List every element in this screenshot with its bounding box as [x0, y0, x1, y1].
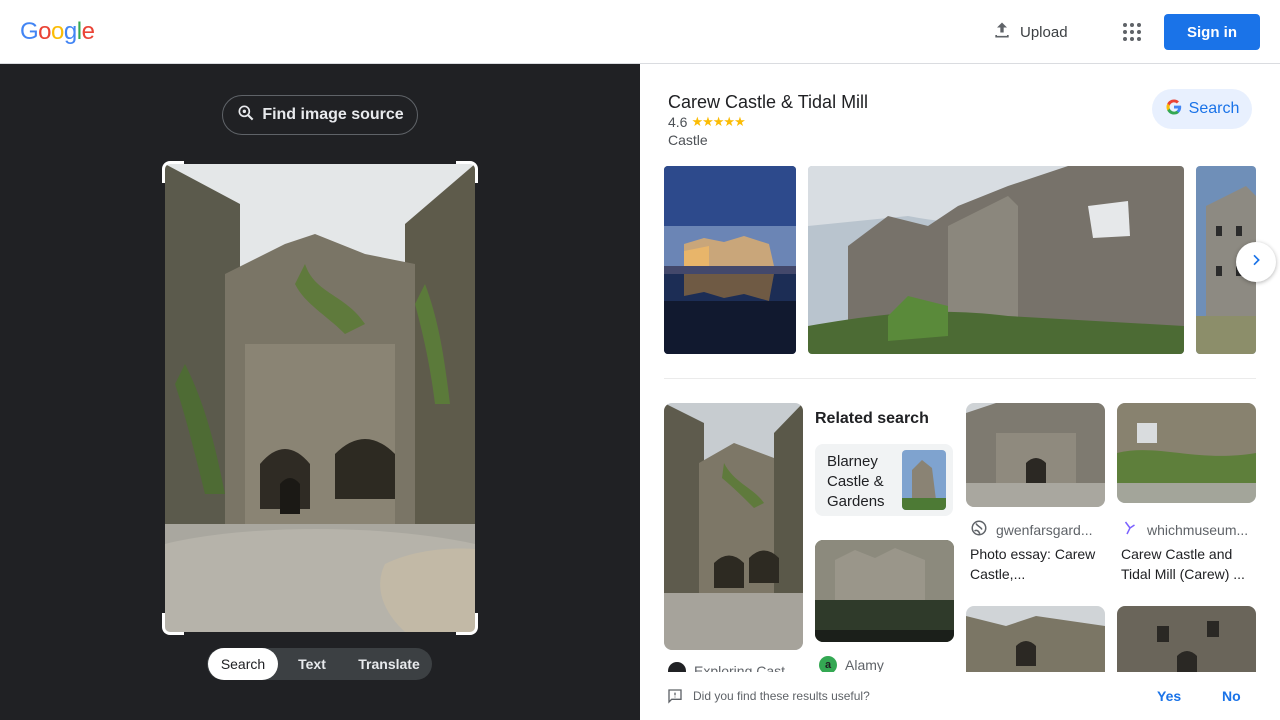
logo-letter: g	[63, 18, 77, 45]
globe-icon	[970, 519, 988, 540]
upload-label: Upload	[1020, 23, 1068, 41]
gallery-image[interactable]	[808, 166, 1184, 354]
result-source-name: gwenfarsgard...	[996, 521, 1093, 538]
result-image[interactable]	[815, 540, 954, 642]
related-search-label: Blarney Castle & Gardens	[827, 453, 885, 510]
logo-letter: o	[38, 18, 52, 45]
crop-handle-top-right[interactable]	[456, 161, 478, 183]
alamy-favicon-icon: a	[819, 656, 837, 672]
crop-handle-bottom-right[interactable]	[456, 613, 478, 635]
logo-letter: o	[51, 18, 64, 45]
result-source[interactable]: Exploring Cast	[668, 662, 798, 672]
museum-favicon-icon	[1121, 519, 1139, 540]
mode-translate-tab[interactable]: Translate	[346, 648, 432, 680]
feedback-no-button[interactable]: No	[1222, 688, 1241, 704]
lens-mode-switcher: Search Text Translate	[207, 648, 432, 680]
crop-selection[interactable]	[162, 161, 478, 635]
result-caption[interactable]: Photo essay: Carew Castle,...	[970, 544, 1105, 584]
result-source-name: Alamy	[845, 657, 884, 672]
sign-in-button[interactable]: Sign in	[1164, 14, 1260, 50]
mode-search-tab[interactable]: Search	[208, 648, 278, 680]
place-type: Castle	[668, 132, 708, 148]
result-source-name: whichmuseum...	[1147, 521, 1249, 538]
section-divider	[664, 378, 1256, 379]
feedback-icon	[667, 688, 683, 709]
google-logo[interactable]: Google	[20, 18, 95, 46]
query-image-pane: Find image source Search Text Translate	[0, 64, 640, 720]
logo-letter: e	[81, 18, 95, 45]
mode-text-tab[interactable]: Text	[278, 648, 346, 680]
upload-button[interactable]: Upload	[992, 20, 1068, 44]
google-g-icon	[1165, 98, 1183, 121]
upload-icon	[992, 20, 1012, 44]
related-search-thumbnail	[902, 450, 946, 510]
result-source[interactable]: gwenfarsgard...	[970, 519, 1105, 540]
result-source-name: Exploring Cast	[694, 663, 786, 672]
apps-grid-icon[interactable]	[1120, 20, 1144, 44]
place-title[interactable]: Carew Castle & Tidal Mill	[668, 92, 868, 113]
result-source[interactable]: a Alamy	[819, 656, 949, 672]
related-search-item[interactable]: Blarney Castle & Gardens	[815, 444, 953, 516]
google-search-label: Search	[1188, 100, 1240, 117]
crop-handle-bottom-left[interactable]	[162, 613, 184, 635]
related-search-title: Related search	[815, 410, 929, 427]
google-search-button[interactable]: Search	[1152, 89, 1252, 129]
result-caption[interactable]: Carew Castle and Tidal Mill (Carew) ...	[1121, 544, 1256, 584]
result-image[interactable]	[1117, 403, 1256, 503]
results-pane: Carew Castle & Tidal Mill 4.6 ★★★★★ Cast…	[640, 64, 1280, 672]
gallery-next-button[interactable]	[1236, 242, 1276, 282]
feedback-question: Did you find these results useful?	[693, 689, 870, 703]
feedback-yes-button[interactable]: Yes	[1157, 688, 1181, 704]
rating-stars: ★★★★★	[691, 114, 745, 129]
result-image[interactable]	[966, 403, 1105, 507]
rating-value: 4.6	[668, 114, 688, 130]
find-image-source-button[interactable]: Find image source	[222, 95, 418, 135]
gallery-image[interactable]	[664, 166, 796, 354]
lens-search-icon	[236, 103, 256, 128]
result-image[interactable]	[664, 403, 803, 650]
logo-letter: G	[20, 18, 39, 45]
chevron-right-icon	[1248, 252, 1264, 273]
feedback-bar: Did you find these results useful? Yes N…	[640, 672, 1280, 720]
crop-handle-top-left[interactable]	[162, 161, 184, 183]
query-image	[165, 164, 475, 632]
source-favicon-icon	[668, 662, 686, 672]
find-image-source-label: Find image source	[262, 106, 404, 123]
result-source[interactable]: whichmuseum...	[1121, 519, 1256, 540]
result-image[interactable]	[1117, 606, 1256, 672]
result-image[interactable]	[966, 606, 1105, 672]
header: Google Upload Sign in	[0, 0, 1280, 64]
place-rating: 4.6 ★★★★★	[668, 114, 746, 130]
